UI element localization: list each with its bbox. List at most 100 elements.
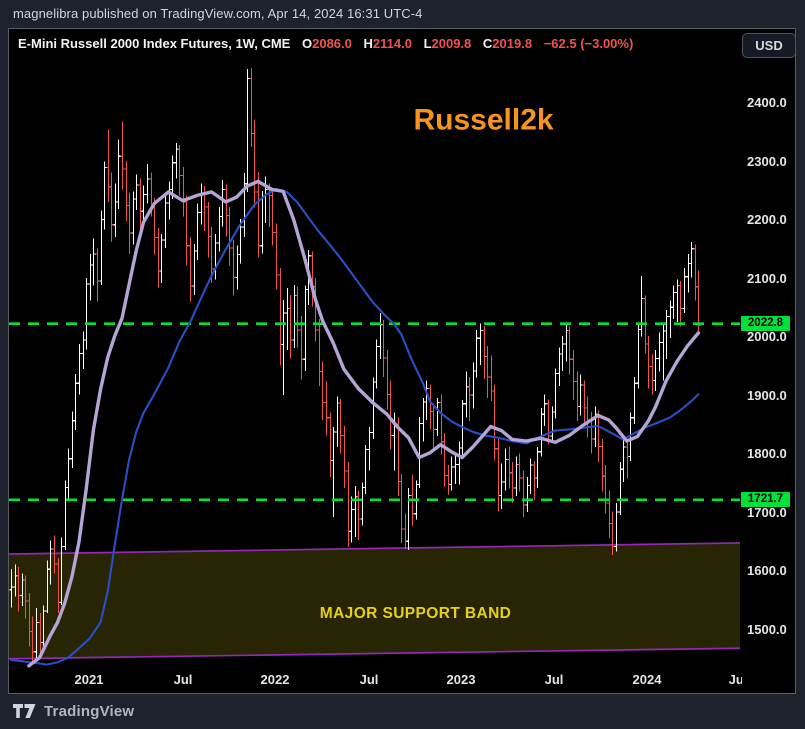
ohlc-bar	[278, 268, 283, 366]
time-axis[interactable]: 2021 Jul 2022 Jul 2023 Jul 2024 Jul	[9, 671, 742, 688]
ohlc-bar	[363, 445, 368, 494]
ohlc-bar	[678, 280, 683, 327]
ohlc-bar	[245, 69, 250, 192]
ohlc-bar	[503, 448, 508, 491]
ohlc-bar	[557, 347, 562, 387]
ohlc-bar	[109, 172, 114, 242]
ohlc-bar	[474, 330, 479, 378]
change-value: −62.5 (−3.00%)	[543, 36, 634, 51]
ohlc-bar	[367, 427, 372, 471]
high-value: 2114.0	[372, 36, 412, 51]
ohlc-bar	[696, 270, 701, 332]
time-tick-label: 2023	[446, 672, 476, 687]
ohlc-bar	[281, 300, 286, 395]
ohlc-bar	[385, 349, 390, 410]
symbol-title: E-Mini Russell 2000 Index Futures, 1W, C…	[18, 36, 291, 51]
price-tick-label: 2000.0	[747, 329, 787, 344]
ohlc-bar	[224, 184, 229, 237]
ohlc-bar	[639, 276, 644, 337]
ohlc-bar	[517, 453, 522, 492]
ohlc-bar	[578, 374, 583, 416]
open-value: 2086.0	[312, 36, 352, 51]
ohlc-bar	[95, 248, 100, 302]
ohlc-bar	[510, 462, 515, 504]
ohlc-bar	[63, 480, 68, 550]
ohlc-bar	[227, 207, 232, 267]
close-label: C	[482, 36, 493, 51]
ohlc-bar	[371, 377, 376, 439]
ohlc-bar	[295, 286, 300, 348]
ohlc-bar	[77, 344, 82, 395]
ohlc-bar	[525, 476, 530, 512]
ohlc-bar	[482, 325, 487, 380]
ohlc-bar	[199, 183, 204, 225]
ohlc-bar	[181, 166, 186, 217]
chart-legend[interactable]: E-Mini Russell 2000 Index Futures, 1W, C…	[18, 36, 633, 51]
ohlc-bar	[650, 354, 655, 395]
ohlc-bar	[442, 432, 447, 487]
ohlc-bar	[478, 323, 483, 366]
ohlc-bar	[661, 324, 666, 381]
ohlc-bar	[70, 411, 75, 468]
ohlc-bar	[499, 463, 504, 509]
time-tick-label: Jul	[359, 672, 379, 687]
ohlc-bar	[381, 320, 386, 377]
ohlc-bar	[582, 380, 587, 424]
ohlc-bar	[252, 119, 257, 208]
ohlc-bar	[192, 244, 197, 295]
ohlc-bar	[360, 482, 365, 526]
ohlc-bar	[575, 371, 580, 422]
time-tick-label: Jul	[173, 672, 193, 687]
ohlc-bar	[217, 207, 222, 252]
ohlc-bar	[342, 425, 347, 488]
time-tick-label: Jul	[728, 672, 742, 687]
ohlc-bar	[507, 447, 512, 489]
ohlc-bar	[317, 318, 322, 387]
tradingview-brand: TradingView	[44, 702, 135, 720]
ohlc-bar	[113, 183, 118, 237]
ohlc-bar	[600, 438, 605, 492]
price-tick-label: 1800.0	[747, 446, 787, 461]
ohlc-bar	[249, 67, 254, 147]
ohlc-bar	[274, 223, 279, 290]
ohlc-bar	[535, 447, 540, 488]
ohlc-bar	[303, 285, 308, 371]
ohlc-bar	[320, 361, 325, 421]
ohlc-bar	[313, 277, 318, 342]
ohlc-bar	[403, 513, 408, 549]
ohlc-bar	[521, 470, 526, 518]
ohlc-bar	[206, 201, 211, 258]
support-band-label: MAJOR SUPPORT BAND	[320, 605, 512, 622]
attribution-text: magnelibra published on TradingView.com,…	[13, 6, 423, 21]
ohlc-bar	[124, 160, 129, 222]
price-tick-label: 1900.0	[747, 388, 787, 403]
ohlc-bar	[195, 203, 200, 260]
price-chart[interactable]: MAJOR SUPPORT BAND Russell2k	[8, 28, 796, 694]
ohlc-bar	[603, 465, 608, 514]
ohlc-bar	[542, 394, 547, 426]
ohlc-bar	[331, 427, 336, 518]
ohlc-bar	[328, 412, 333, 477]
currency-button[interactable]: USD	[742, 33, 796, 58]
open-label: O	[301, 36, 313, 51]
price-tick-label: 1600.0	[747, 563, 787, 578]
ohlc-bar	[99, 210, 104, 285]
ohlc-bar	[356, 490, 361, 540]
ohlc-bar	[177, 145, 182, 196]
ohlc-bar	[546, 399, 551, 445]
ohlc-bar	[292, 284, 297, 349]
ohlc-bar	[596, 410, 601, 463]
ohlc-bar	[686, 253, 691, 293]
ohlc-bar	[270, 188, 275, 246]
ohlc-bar	[406, 487, 411, 550]
time-tick-label: 2021	[74, 672, 104, 687]
ohlc-bar	[102, 161, 107, 230]
ohlc-bar	[184, 195, 189, 266]
ohlc-bar	[464, 371, 469, 418]
ohlc-bar	[91, 238, 96, 286]
ohlc-bar	[374, 339, 379, 389]
ohlc-bar	[496, 438, 501, 512]
price-tick-label: 2200.0	[747, 212, 787, 227]
ohlc-bar	[689, 242, 694, 278]
ohlc-bar	[446, 465, 451, 495]
